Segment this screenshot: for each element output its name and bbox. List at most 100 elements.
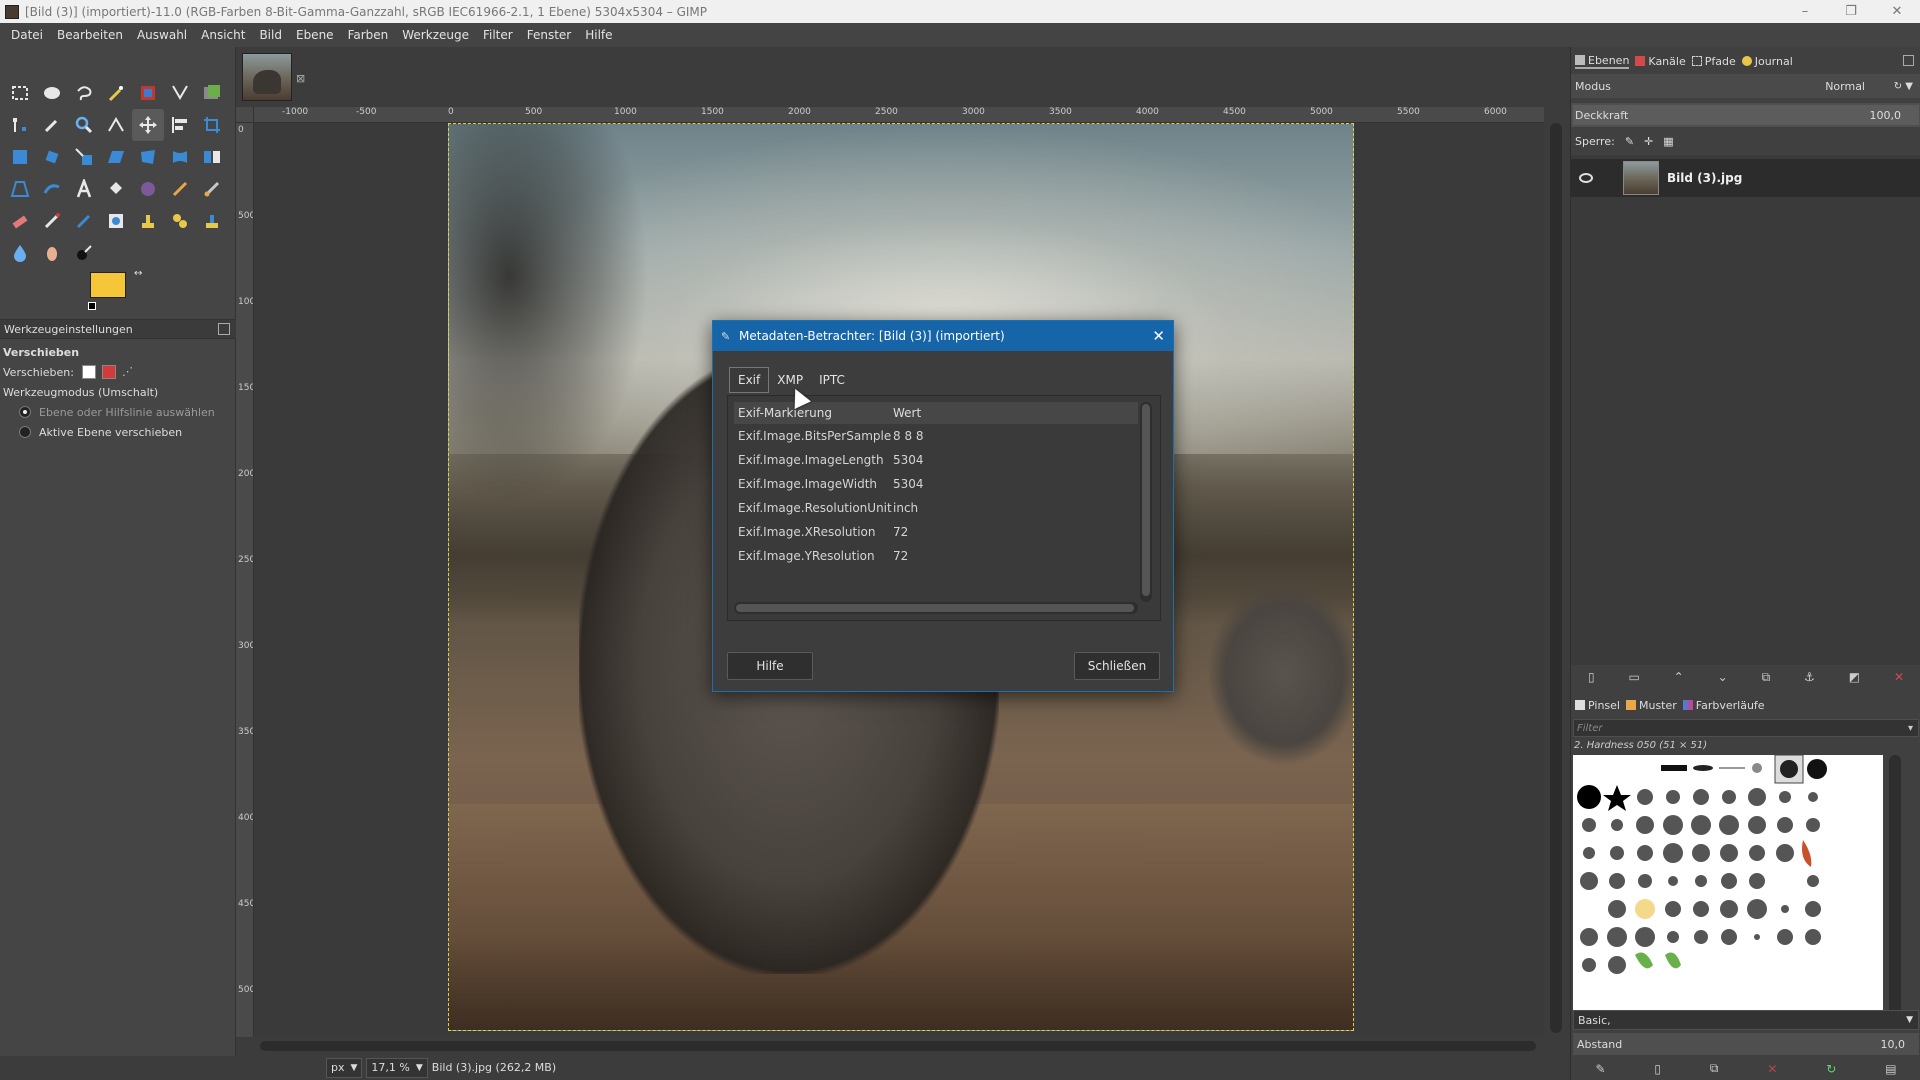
clone-tool[interactable] [132,205,164,237]
dodge-burn-tool[interactable] [68,237,100,269]
flip-tool[interactable] [196,141,228,173]
color-picker-tool[interactable] [36,109,68,141]
tab-pinsel[interactable]: Pinsel [1575,699,1620,712]
spacing-slider[interactable]: Abstand 10,0 [1573,1033,1919,1055]
crop-tool[interactable] [196,109,228,141]
paintbrush-tool[interactable] [196,173,228,205]
maximize-button[interactable]: ❐ [1828,0,1874,23]
paths-tool[interactable] [4,109,36,141]
move-path-icon[interactable]: ⋰ [122,365,136,379]
unified-transform-tool[interactable] [4,141,36,173]
warp-tool[interactable] [36,173,68,205]
tab-muster[interactable]: Muster [1625,699,1677,712]
menu-fenster[interactable]: Fenster [520,28,579,42]
duplicate-layer-icon[interactable]: ⧉ [1762,670,1771,685]
brush-menu-icon[interactable]: ▤ [1885,1062,1896,1076]
scale-tool[interactable] [68,141,100,173]
ink-tool[interactable] [68,205,100,237]
dialog-titlebar[interactable]: ✎ Metadaten-Betrachter: [Bild (3)] (impo… [713,321,1173,351]
tool-options-tab[interactable]: Werkzeugeinstellungen [0,319,236,339]
radio-move-active[interactable] [19,426,31,438]
tab-iptc[interactable]: IPTC [811,367,853,393]
free-select-tool[interactable] [68,77,100,109]
canvas-horizontal-scrollbar[interactable] [254,1037,1544,1055]
column-header-value[interactable]: Wert [889,406,921,420]
anchor-layer-icon[interactable]: ⚓ [1804,670,1815,684]
heal-tool[interactable] [164,205,196,237]
panel-config-icon[interactable] [218,323,230,335]
help-button[interactable]: Hilfe [727,652,813,680]
column-header-tag[interactable]: Exif-Markierung [734,406,889,420]
mode-chevron-down-icon[interactable]: ↻ ▼ [1894,81,1913,92]
new-layer-group-icon[interactable]: ▭ [1628,670,1639,684]
tab-pfade[interactable]: Pfade [1691,55,1736,68]
measure-tool[interactable] [100,109,132,141]
table-row[interactable]: Exif.Image.ImageLength 5304 [734,448,1138,472]
brush-grid[interactable] [1573,755,1883,1027]
move-selection-icon[interactable] [101,365,116,379]
table-row[interactable]: Exif.Image.YResolution 72 [734,544,1138,568]
close-window-button[interactable]: ✕ [1874,0,1920,23]
menu-farben[interactable]: Farben [341,28,396,42]
brush-preset-select[interactable]: Basic, ▼ [1573,1010,1919,1030]
tab-kanaele[interactable]: Kanäle [1635,55,1686,68]
smudge-tool[interactable] [36,237,68,269]
scissors-select-tool[interactable] [164,77,196,109]
move-tool[interactable] [132,109,164,141]
lower-layer-icon[interactable]: ⌄ [1718,670,1728,684]
swap-colors-icon[interactable]: ↔ [134,268,142,279]
menu-auswahl[interactable]: Auswahl [130,28,194,42]
unit-select[interactable]: px ▼ [326,1057,363,1078]
layer-mode-row[interactable]: Modus Normal ↻ ▼ [1571,74,1920,98]
duplicate-brush-icon[interactable]: ⧉ [1710,1061,1719,1076]
visibility-eye-icon[interactable] [1579,173,1593,183]
shear-tool[interactable] [100,141,132,173]
menu-ansicht[interactable]: Ansicht [194,28,252,42]
exif-horizontal-scrollbar[interactable] [734,602,1138,614]
table-row[interactable]: Exif.Image.ResolutionUnit inch [734,496,1138,520]
ellipse-select-tool[interactable] [36,77,68,109]
layer-mask-icon[interactable]: ◩ [1849,670,1860,684]
bucket-fill-tool[interactable] [100,173,132,205]
zoom-tool[interactable] [68,109,100,141]
dock-config-icon[interactable] [1903,55,1914,66]
opacity-slider[interactable]: Deckkraft 100,0 [1571,103,1920,127]
canvas-vertical-scrollbar[interactable] [1544,107,1570,1037]
lock-alpha-icon[interactable]: ▦ [1663,135,1673,148]
ruler-corner[interactable] [236,107,254,123]
cage-transform-tool[interactable] [132,141,164,173]
exif-vertical-scrollbar[interactable] [1140,402,1152,602]
refresh-brushes-icon[interactable]: ↻ [1826,1062,1836,1076]
default-colors-icon[interactable] [88,302,96,310]
delete-layer-icon[interactable]: ✕ [1894,670,1904,684]
zoom-select[interactable]: 17,1 % ▼ [366,1057,428,1078]
foreground-select-tool[interactable] [196,77,228,109]
radio-move-active-row[interactable]: Aktive Ebene verschieben [3,422,233,442]
table-row[interactable]: Exif.Image.ImageWidth 5304 [734,472,1138,496]
chevron-down-icon[interactable]: ▾ [1908,723,1913,734]
menu-werkzeuge[interactable]: Werkzeuge [395,28,476,42]
close-button[interactable]: Schließen [1074,652,1160,680]
blur-sharpen-tool[interactable] [4,237,36,269]
gradient-tool[interactable] [132,173,164,205]
brushes-scrollbar[interactable] [1889,755,1901,1027]
minimize-button[interactable]: – [1782,0,1828,23]
perspective-tool[interactable] [4,173,36,205]
new-layer-icon[interactable]: ▯ [1588,670,1595,684]
menu-hilfe[interactable]: Hilfe [578,28,619,42]
lock-position-icon[interactable]: ✛ [1644,135,1653,148]
fuzzy-select-tool[interactable] [100,77,132,109]
airbrush-tool[interactable] [36,205,68,237]
delete-brush-icon[interactable]: ✕ [1767,1062,1777,1076]
radio-pick-layer-row[interactable]: Ebene oder Hilfslinie auswählen [3,402,233,422]
raise-layer-icon[interactable]: ⌃ [1674,670,1684,684]
tab-farbverlaeufe[interactable]: Farbverläufe [1682,699,1765,712]
select-by-color-tool[interactable] [132,77,164,109]
rotate-tool[interactable] [36,141,68,173]
tab-ebenen[interactable]: Ebenen [1575,54,1630,69]
menu-datei[interactable]: Datei [4,28,50,42]
tab-journal[interactable]: Journal [1741,55,1793,68]
menu-bearbeiten[interactable]: Bearbeiten [50,28,130,42]
lock-pixels-icon[interactable]: ✎ [1625,135,1634,148]
image-tab-thumbnail[interactable] [242,53,292,101]
